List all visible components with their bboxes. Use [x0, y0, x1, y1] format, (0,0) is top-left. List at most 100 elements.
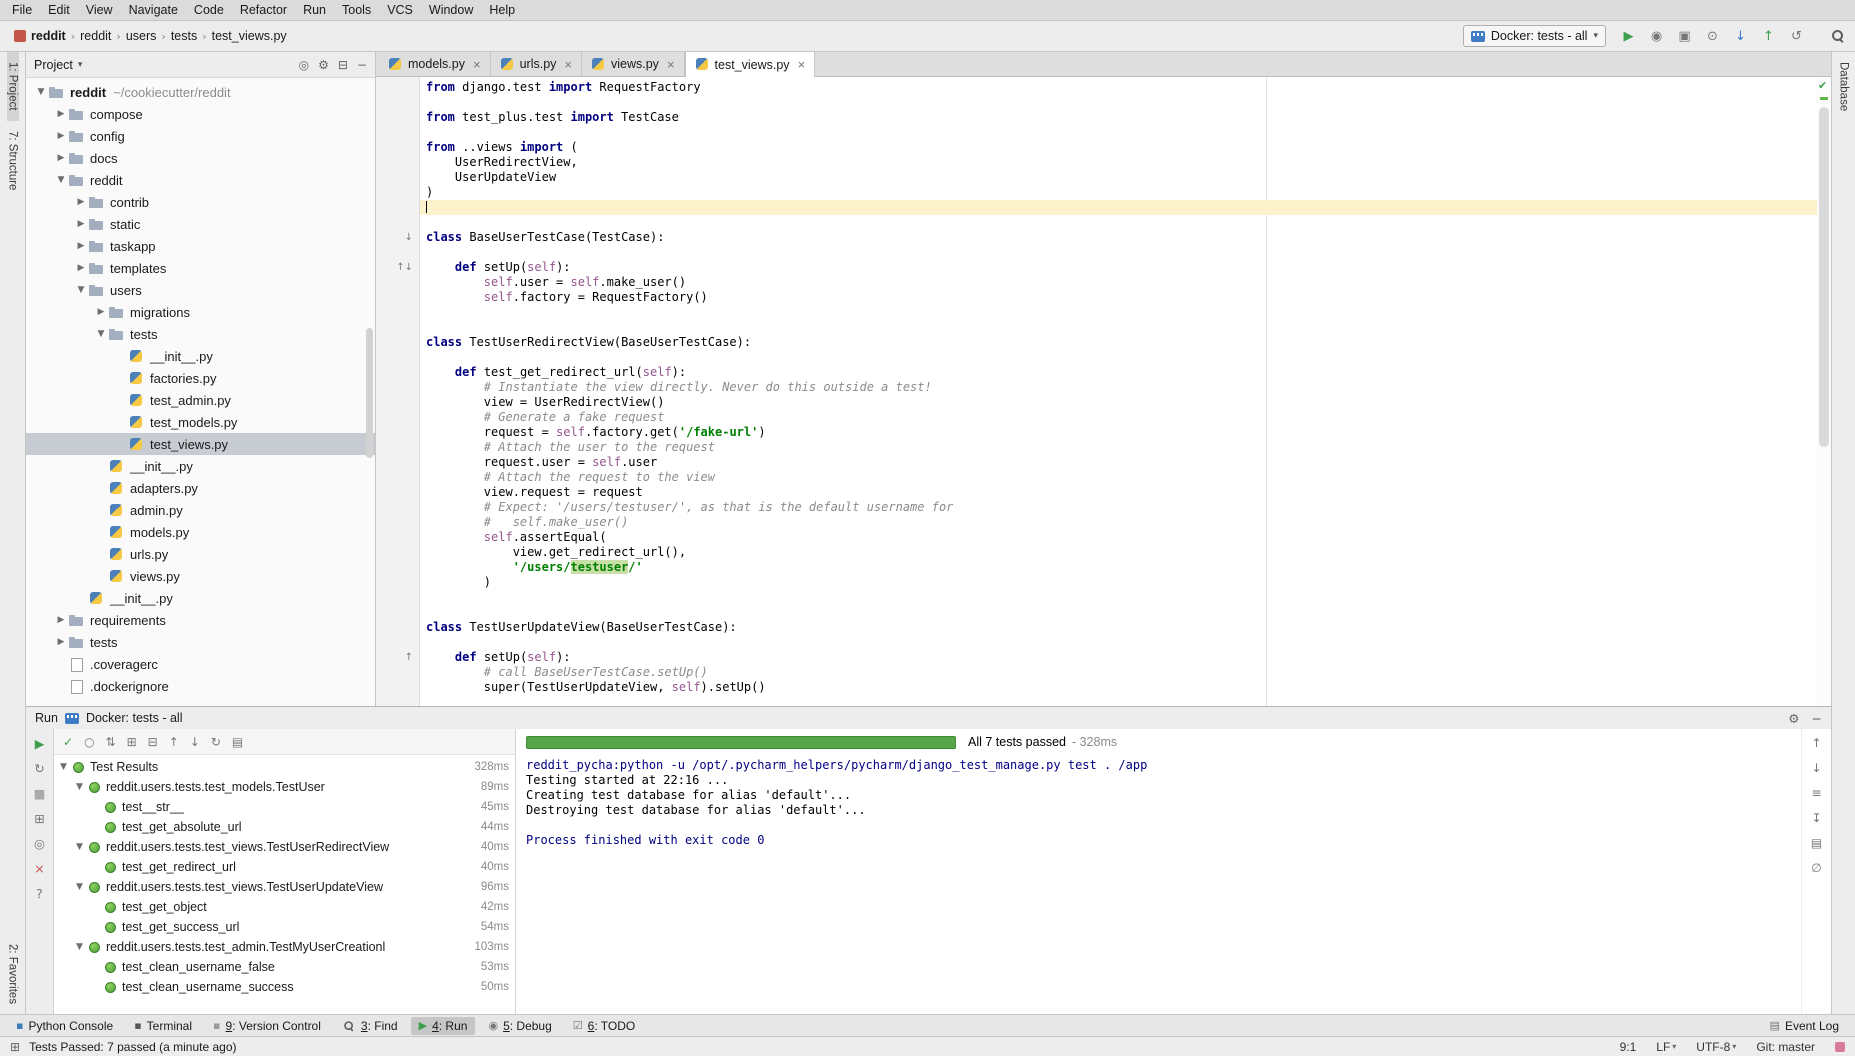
code-line[interactable] [420, 590, 1817, 605]
tool-window-button-python-console[interactable]: ▪Python Console [8, 1017, 121, 1035]
console-output[interactable]: reddit_pycha:python -u /opt/.pycharm_hel… [516, 755, 1801, 1014]
tool-window-button-find[interactable]: 3: Find [334, 1017, 406, 1035]
close-icon[interactable]: × [34, 861, 44, 876]
code-line[interactable]: from test_plus.test import TestCase [420, 110, 1817, 125]
editor-tab-models-py[interactable]: models.py× [379, 52, 491, 76]
code-line[interactable] [420, 635, 1817, 650]
tree-item-test-models-py[interactable]: test_models.py [26, 411, 375, 433]
menu-window[interactable]: Window [421, 3, 481, 17]
collapsed-arrow-icon[interactable]: ▶ [54, 153, 68, 163]
editor-tab-views-py[interactable]: views.py× [582, 52, 685, 76]
tree-item-tests[interactable]: ▶tests [26, 631, 375, 653]
collapsed-arrow-icon[interactable]: ▶ [54, 615, 68, 625]
tree-item-admin-py[interactable]: admin.py [26, 499, 375, 521]
update-project-icon[interactable]: ↓ [1731, 29, 1750, 44]
code-line[interactable] [420, 245, 1817, 260]
breadcrumb-item-reddit[interactable]: reddit [10, 29, 70, 43]
help-icon[interactable]: ? [36, 886, 43, 901]
code-line[interactable]: ) [420, 575, 1817, 590]
code-line[interactable]: # self.make_user() [420, 515, 1817, 530]
menu-view[interactable]: View [78, 3, 121, 17]
menu-run[interactable]: Run [295, 3, 334, 17]
tree-item-init-py[interactable]: __init__.py [26, 455, 375, 477]
expanded-arrow-icon[interactable]: ▼ [60, 762, 73, 772]
tree-item-test-views-py[interactable]: test_views.py [26, 433, 375, 455]
line-separator-select[interactable]: LF▾ [1656, 1040, 1676, 1054]
code-line[interactable]: from ..views import ( [420, 140, 1817, 155]
close-tab-icon[interactable]: × [473, 57, 481, 72]
profiler-icon[interactable]: ⊙ [1703, 29, 1722, 44]
tree-item-adapters-py[interactable]: adapters.py [26, 477, 375, 499]
tool-window-button-version-control[interactable]: ▪9: Version Control [205, 1017, 329, 1035]
code-line[interactable]: from django.test import RequestFactory [420, 80, 1817, 95]
code-line[interactable]: class TestUserUpdateView(BaseUserTestCas… [420, 620, 1817, 635]
code-line[interactable]: # Attach the user to the request [420, 440, 1817, 455]
tree-item-taskapp[interactable]: ▶taskapp [26, 235, 375, 257]
expanded-arrow-icon[interactable]: ▼ [76, 882, 89, 892]
code-line[interactable]: def setUp(self): [420, 260, 1817, 275]
test-node-test-get-success-url[interactable]: test_get_success_url54ms [54, 917, 515, 937]
code-line[interactable]: request.user = self.user [420, 455, 1817, 470]
debug-icon[interactable]: ◉ [1647, 29, 1666, 44]
test-node-test-clean-username-false[interactable]: test_clean_username_false53ms [54, 957, 515, 977]
run-coverage-icon[interactable]: ▣ [1675, 29, 1694, 44]
tree-item-init-py[interactable]: __init__.py [26, 587, 375, 609]
rerun-failed-tests-icon[interactable]: ↻ [34, 761, 44, 776]
code-line[interactable]: self.assertEqual( [420, 530, 1817, 545]
code-line[interactable] [420, 305, 1817, 320]
settings-gear-icon[interactable]: ⚙ [1788, 711, 1799, 726]
restore-layout-icon[interactable]: ⊞ [34, 811, 44, 826]
code-line[interactable] [420, 350, 1817, 365]
code-line[interactable] [420, 320, 1817, 335]
editor-scrollbar[interactable]: ✔ [1817, 77, 1831, 706]
collapse-all-icon[interactable]: ⊟ [148, 735, 158, 749]
tree-item-views-py[interactable]: views.py [26, 565, 375, 587]
tree-item-reddit[interactable]: ▼reddit [26, 169, 375, 191]
tree-item-templates[interactable]: ▶templates [26, 257, 375, 279]
test-node-reddit-users-tests-test-views-testuserredirectview[interactable]: ▼reddit.users.tests.test_views.TestUserR… [54, 837, 515, 857]
collapsed-arrow-icon[interactable]: ▶ [94, 307, 108, 317]
run-configuration-select[interactable]: Docker: tests - all ▾ [1463, 25, 1606, 47]
tree-item-compose[interactable]: ▶compose [26, 103, 375, 125]
tree-item-users[interactable]: ▼users [26, 279, 375, 301]
close-tab-icon[interactable]: × [667, 57, 675, 72]
tree-item-models-py[interactable]: models.py [26, 521, 375, 543]
menu-vcs[interactable]: VCS [379, 3, 421, 17]
encoding-select[interactable]: UTF-8▾ [1696, 1040, 1736, 1054]
collapse-all-icon[interactable]: ⊟ [338, 58, 348, 72]
test-node-test-get-redirect-url[interactable]: test_get_redirect_url40ms [54, 857, 515, 877]
code-line[interactable]: # Expect: '/users/testuser/', as that is… [420, 500, 1817, 515]
code-line[interactable]: class TestUserRedirectView(BaseUserTestC… [420, 335, 1817, 350]
scroll-up-icon[interactable]: ↑ [1811, 736, 1821, 750]
test-node-test-clean-username-success[interactable]: test_clean_username_success50ms [54, 977, 515, 997]
test-history-icon[interactable]: ↻ [211, 735, 221, 749]
test-node-reddit-users-tests-test-admin-testmyusercreationl[interactable]: ▼reddit.users.tests.test_admin.TestMyUse… [54, 937, 515, 957]
revert-icon[interactable]: ↺ [1787, 29, 1806, 44]
expanded-arrow-icon[interactable]: ▼ [74, 285, 88, 295]
tree-item-test-admin-py[interactable]: test_admin.py [26, 389, 375, 411]
menu-edit[interactable]: Edit [40, 3, 78, 17]
toolwindow-switcher-icon[interactable]: ⊞ [10, 1040, 20, 1054]
tool-stripe-button-2-favorites[interactable]: 2: Favorites [7, 934, 19, 1014]
tree-item-factories-py[interactable]: factories.py [26, 367, 375, 389]
collapsed-arrow-icon[interactable]: ▶ [74, 241, 88, 251]
collapsed-arrow-icon[interactable]: ▶ [74, 219, 88, 229]
collapsed-arrow-icon[interactable]: ▶ [54, 109, 68, 119]
code-line[interactable] [420, 200, 1817, 215]
tool-stripe-button-1-project[interactable]: 1: Project [7, 52, 19, 121]
code-line[interactable] [420, 605, 1817, 620]
collapsed-arrow-icon[interactable]: ▶ [54, 637, 68, 647]
code-line[interactable]: # Attach the request to the view [420, 470, 1817, 485]
editor-tab-test-views-py[interactable]: test_views.py× [685, 52, 816, 77]
code-line[interactable]: class BaseUserTestCase(TestCase): [420, 230, 1817, 245]
tool-stripe-button-7-structure[interactable]: 7: Structure [7, 121, 19, 200]
status-indicator-icon[interactable] [1835, 1042, 1845, 1052]
menu-tools[interactable]: Tools [334, 3, 379, 17]
code-line[interactable]: request = self.factory.get('/fake-url') [420, 425, 1817, 440]
scroll-down-icon[interactable]: ↓ [1811, 761, 1821, 775]
pin-tab-icon[interactable]: ◎ [34, 836, 45, 851]
expand-all-icon[interactable]: ⊞ [127, 735, 137, 749]
test-node-reddit-users-tests-test-models-testuser[interactable]: ▼reddit.users.tests.test_models.TestUser… [54, 777, 515, 797]
print-icon[interactable]: ▤ [1811, 836, 1822, 850]
previous-failed-test-icon[interactable]: ↑ [169, 735, 179, 749]
